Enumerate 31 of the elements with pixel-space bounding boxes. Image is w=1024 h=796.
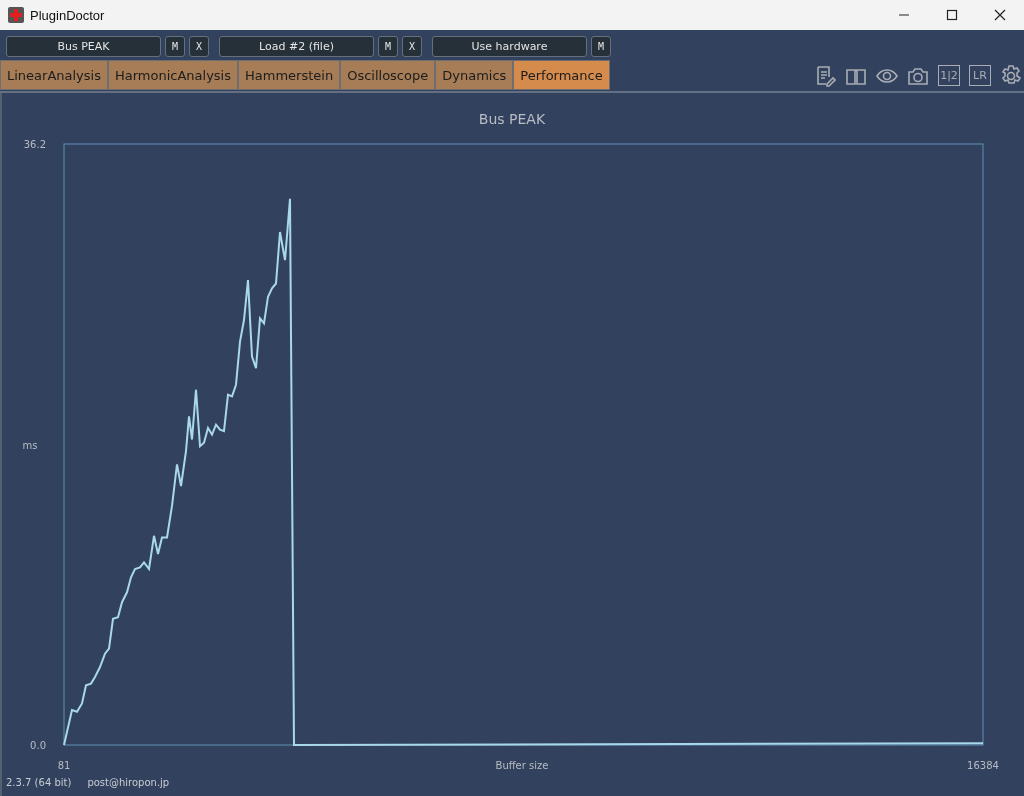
tab[interactable]: Performance: [513, 60, 610, 90]
tab[interactable]: LinearAnalysis: [0, 60, 108, 90]
close-icon[interactable]: [994, 9, 1006, 21]
slot-button[interactable]: Bus PEAK: [6, 35, 161, 57]
y-tick-label: 36.2: [23, 139, 46, 150]
app-icon: [8, 7, 24, 23]
window-title: PluginDoctor: [30, 7, 106, 23]
slot-button[interactable]: Load #2 (file): [219, 35, 374, 57]
toggle-button[interactable]: LR: [969, 65, 991, 86]
slot-option-button[interactable]: M: [165, 35, 185, 57]
tab[interactable]: Dynamics: [435, 60, 514, 90]
chart-title: Bus PEAK: [478, 111, 546, 127]
x-tick-label: 81: [57, 760, 71, 771]
tab[interactable]: Hammerstein: [238, 60, 341, 90]
slot-option-button[interactable]: X: [402, 35, 422, 57]
maximize-icon[interactable]: [946, 9, 958, 21]
y-axis-label: ms: [22, 439, 38, 451]
notes-pencil-icon[interactable]: [814, 64, 836, 87]
slot-button[interactable]: Use hardware: [432, 35, 587, 57]
tab[interactable]: Oscilloscope: [340, 60, 436, 90]
settings-icon[interactable]: [1000, 64, 1022, 87]
toggle-button[interactable]: 1|2: [938, 65, 960, 86]
y-tick-label: 0.0: [30, 740, 46, 751]
email-text: post@hiropon.jp: [87, 777, 170, 788]
tab[interactable]: HarmonicAnalysis: [107, 60, 238, 90]
x-tick-label: 16384: [967, 760, 999, 771]
slot-option-button[interactable]: M: [378, 35, 398, 57]
x-axis-label: Buffer size: [495, 760, 549, 771]
slot-option-button[interactable]: M: [591, 35, 611, 57]
version-text: 2.3.7 (64 bit): [6, 777, 72, 788]
slot-option-button[interactable]: X: [189, 35, 209, 57]
